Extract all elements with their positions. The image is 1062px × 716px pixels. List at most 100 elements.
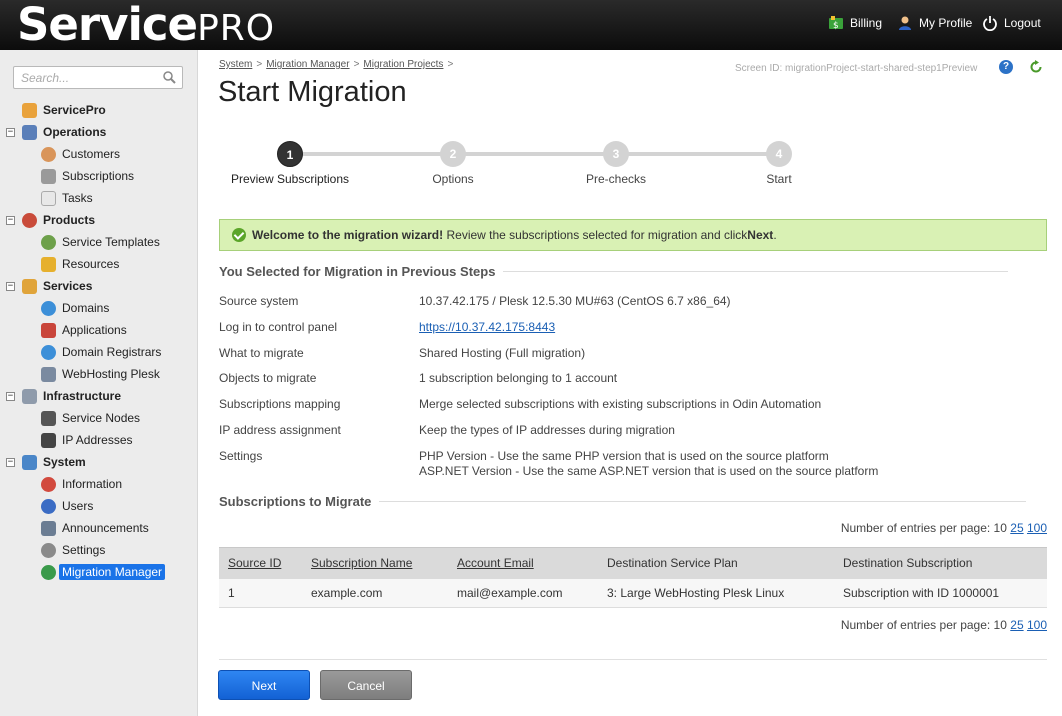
sidebar-item-service-templates[interactable]: Service Templates (41, 233, 160, 251)
sidebar-item-information[interactable]: Information (41, 475, 122, 493)
step-4-circle: 4 (766, 141, 792, 167)
collapse-toggle-system[interactable]: − (6, 458, 15, 467)
column-label: Subscription Name (311, 556, 413, 571)
logo-light-text: PRO (197, 8, 276, 49)
summary-heading-text: You Selected for Migration in Previous S… (219, 264, 496, 279)
power-icon (982, 15, 998, 32)
sidebar-item-label: Services (43, 279, 93, 293)
summary-key: Log in to control panel (219, 320, 338, 334)
breadcrumb-separator: > (256, 59, 263, 70)
control-panel-link[interactable]: https://10.37.42.175:8443 (419, 320, 555, 334)
search-box (13, 66, 183, 89)
breadcrumb-migration-projects[interactable]: Migration Projects (363, 59, 443, 70)
help-icon[interactable]: ? (999, 60, 1013, 74)
sidebar-item-domains[interactable]: Domains (41, 299, 109, 317)
step-4-label: Start (766, 172, 792, 186)
column-account-email[interactable]: Account Email (448, 547, 598, 579)
footer-divider (219, 659, 1047, 660)
sidebar-item-label: Customers (62, 147, 121, 161)
system-icon (22, 454, 37, 470)
table-row[interactable]: 1 example.com mail@example.com 3: Large … (219, 578, 1047, 608)
announcements-icon (41, 520, 56, 536)
sidebar-item-migration-manager[interactable]: Migration Manager (41, 563, 166, 581)
logout-label: Logout (1004, 16, 1041, 30)
per-page-25-link[interactable]: 25 (1010, 618, 1023, 632)
sidebar-item-label: Domain Registrars (62, 345, 162, 359)
logout-link[interactable]: Logout (982, 14, 1041, 32)
user-icon (897, 15, 913, 31)
sidebar-item-resources[interactable]: Resources (41, 255, 119, 273)
per-page-25-link[interactable]: 25 (1010, 521, 1023, 535)
message-text: Review the subscriptions selected for mi… (446, 228, 748, 242)
next-button[interactable]: Next (218, 670, 310, 700)
sidebar-item-label: Products (43, 213, 96, 227)
section-divider (503, 271, 1009, 272)
cell-destination-subscription: Subscription with ID 1000001 (834, 578, 1047, 608)
summary-key: What to migrate (219, 346, 304, 360)
per-page-100-link[interactable]: 100 (1027, 521, 1047, 535)
search-input[interactable] (14, 67, 154, 88)
per-page-label: Number of entries per page: 10 (840, 521, 1007, 535)
breadcrumb-separator: > (447, 59, 454, 70)
collapse-toggle-operations[interactable]: − (6, 128, 15, 137)
sidebar-item-domain-registrars[interactable]: Domain Registrars (41, 343, 161, 361)
collapse-toggle-services[interactable]: − (6, 282, 15, 291)
sidebar-item-system[interactable]: System (22, 453, 86, 471)
per-page-100-link[interactable]: 100 (1027, 618, 1047, 632)
stepper-track (290, 152, 780, 156)
cell-source-id: 1 (219, 578, 302, 608)
billing-label: Billing (850, 16, 883, 30)
column-source-id[interactable]: Source ID (219, 547, 302, 579)
sidebar-item-tasks[interactable]: Tasks (41, 189, 93, 207)
search-icon[interactable] (163, 71, 176, 84)
column-label: Account Email (457, 556, 534, 571)
sidebar-item-users[interactable]: Users (41, 497, 93, 515)
applications-icon (41, 322, 56, 338)
lifebuoy-icon (41, 476, 56, 492)
sidebar-item-label: Applications (62, 323, 127, 337)
collapse-toggle-products[interactable]: − (6, 216, 15, 225)
step-3-circle: 3 (603, 141, 629, 167)
customer-icon (41, 146, 56, 162)
sidebar-item-servicepro[interactable]: ServicePro (22, 101, 106, 119)
sidebar-item-applications[interactable]: Applications (41, 321, 127, 339)
breadcrumb-separator: > (353, 59, 360, 70)
sidebar-item-label: Settings (62, 543, 106, 557)
sidebar-item-customers[interactable]: Customers (41, 145, 120, 163)
svg-text:$: $ (833, 21, 839, 31)
welcome-message: Welcome to the migration wizard! Review … (219, 219, 1047, 251)
globe-icon (41, 344, 56, 360)
refresh-icon[interactable] (1029, 60, 1043, 74)
billing-link[interactable]: $ Billing (828, 14, 882, 32)
summary-value: 10.37.42.175 / Plesk 12.5.30 MU#63 (Cent… (419, 294, 731, 308)
summary-key: Objects to migrate (219, 371, 317, 385)
service-pro-logo[interactable]: ServicePRO (17, 0, 275, 50)
cell-account-email: mail@example.com (448, 578, 598, 608)
service-templates-icon (41, 234, 56, 250)
sidebar-item-products[interactable]: Products (22, 211, 95, 229)
screen-id: Screen ID: migrationProject-start-shared… (735, 63, 978, 74)
sidebar-item-subscriptions[interactable]: Subscriptions (41, 167, 134, 185)
breadcrumb-system[interactable]: System (219, 59, 252, 70)
sidebar-item-announcements[interactable]: Announcements (41, 519, 149, 537)
webhosting-icon (41, 366, 56, 382)
message-next: Next (747, 228, 774, 242)
sidebar-item-label: Service Templates (62, 235, 160, 249)
products-icon (22, 212, 37, 228)
column-label: Destination Subscription (843, 556, 973, 571)
tasks-icon (41, 190, 56, 206)
collapse-toggle-infrastructure[interactable]: − (6, 392, 15, 401)
sidebar-item-services[interactable]: Services (22, 277, 92, 295)
sidebar-item-ip-addresses[interactable]: IP Addresses (41, 431, 133, 449)
cancel-button[interactable]: Cancel (320, 670, 412, 700)
my-profile-link[interactable]: My Profile (897, 14, 972, 32)
sidebar-item-webhosting-plesk[interactable]: WebHosting Plesk (41, 365, 160, 383)
sidebar-item-service-nodes[interactable]: Service Nodes (41, 409, 140, 427)
summary-value: Merge selected subscriptions with existi… (419, 397, 822, 411)
column-subscription-name[interactable]: Subscription Name (302, 547, 448, 579)
sidebar-item-operations[interactable]: Operations (22, 123, 106, 141)
sidebar-item-infrastructure[interactable]: Infrastructure (22, 387, 121, 405)
ip-addresses-icon (41, 432, 56, 448)
sidebar-item-settings[interactable]: Settings (41, 541, 105, 559)
breadcrumb-migration-manager[interactable]: Migration Manager (266, 59, 349, 70)
